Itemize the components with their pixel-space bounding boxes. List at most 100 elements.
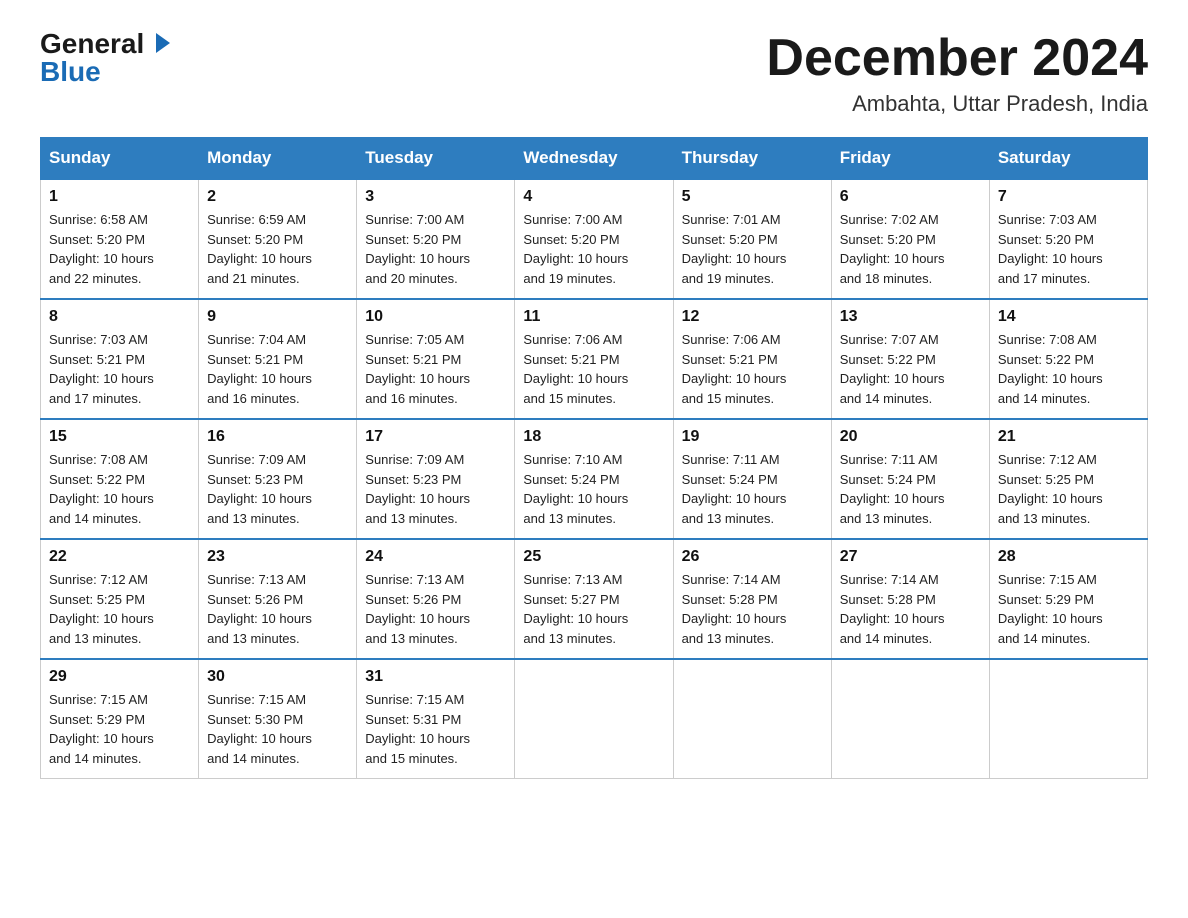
calendar-cell: 13 Sunrise: 7:07 AMSunset: 5:22 PMDaylig… <box>831 299 989 419</box>
day-number: 18 <box>523 428 664 446</box>
day-number: 1 <box>49 188 190 206</box>
calendar-table: SundayMondayTuesdayWednesdayThursdayFrid… <box>40 137 1148 779</box>
day-number: 9 <box>207 308 348 326</box>
location-title: Ambahta, Uttar Pradesh, India <box>766 91 1148 117</box>
calendar-cell: 6 Sunrise: 7:02 AMSunset: 5:20 PMDayligh… <box>831 179 989 299</box>
calendar-cell: 17 Sunrise: 7:09 AMSunset: 5:23 PMDaylig… <box>357 419 515 539</box>
day-number: 12 <box>682 308 823 326</box>
calendar-cell: 5 Sunrise: 7:01 AMSunset: 5:20 PMDayligh… <box>673 179 831 299</box>
day-info: Sunrise: 7:10 AMSunset: 5:24 PMDaylight:… <box>523 452 628 526</box>
day-number: 23 <box>207 548 348 566</box>
day-number: 28 <box>998 548 1139 566</box>
day-info: Sunrise: 7:12 AMSunset: 5:25 PMDaylight:… <box>49 572 154 646</box>
day-info: Sunrise: 7:15 AMSunset: 5:30 PMDaylight:… <box>207 692 312 766</box>
day-number: 30 <box>207 668 348 686</box>
calendar-cell: 4 Sunrise: 7:00 AMSunset: 5:20 PMDayligh… <box>515 179 673 299</box>
calendar-cell: 10 Sunrise: 7:05 AMSunset: 5:21 PMDaylig… <box>357 299 515 419</box>
calendar-cell <box>831 659 989 779</box>
logo-general-text: General <box>40 28 144 59</box>
day-number: 2 <box>207 188 348 206</box>
day-header-thursday: Thursday <box>673 138 831 180</box>
calendar-cell: 2 Sunrise: 6:59 AMSunset: 5:20 PMDayligh… <box>199 179 357 299</box>
day-number: 16 <box>207 428 348 446</box>
day-number: 19 <box>682 428 823 446</box>
day-info: Sunrise: 7:14 AMSunset: 5:28 PMDaylight:… <box>682 572 787 646</box>
calendar-cell <box>989 659 1147 779</box>
day-number: 8 <box>49 308 190 326</box>
day-info: Sunrise: 7:14 AMSunset: 5:28 PMDaylight:… <box>840 572 945 646</box>
calendar-cell: 14 Sunrise: 7:08 AMSunset: 5:22 PMDaylig… <box>989 299 1147 419</box>
calendar-cell: 22 Sunrise: 7:12 AMSunset: 5:25 PMDaylig… <box>41 539 199 659</box>
calendar-week-4: 22 Sunrise: 7:12 AMSunset: 5:25 PMDaylig… <box>41 539 1148 659</box>
day-info: Sunrise: 7:00 AMSunset: 5:20 PMDaylight:… <box>365 212 470 286</box>
calendar-week-1: 1 Sunrise: 6:58 AMSunset: 5:20 PMDayligh… <box>41 179 1148 299</box>
calendar-cell: 19 Sunrise: 7:11 AMSunset: 5:24 PMDaylig… <box>673 419 831 539</box>
day-info: Sunrise: 7:15 AMSunset: 5:29 PMDaylight:… <box>49 692 154 766</box>
day-number: 7 <box>998 188 1139 206</box>
calendar-cell: 29 Sunrise: 7:15 AMSunset: 5:29 PMDaylig… <box>41 659 199 779</box>
day-info: Sunrise: 7:01 AMSunset: 5:20 PMDaylight:… <box>682 212 787 286</box>
calendar-week-3: 15 Sunrise: 7:08 AMSunset: 5:22 PMDaylig… <box>41 419 1148 539</box>
day-info: Sunrise: 7:07 AMSunset: 5:22 PMDaylight:… <box>840 332 945 406</box>
calendar-cell: 24 Sunrise: 7:13 AMSunset: 5:26 PMDaylig… <box>357 539 515 659</box>
logo: General Blue <box>40 30 170 86</box>
day-info: Sunrise: 7:00 AMSunset: 5:20 PMDaylight:… <box>523 212 628 286</box>
calendar-cell <box>515 659 673 779</box>
day-info: Sunrise: 7:03 AMSunset: 5:20 PMDaylight:… <box>998 212 1103 286</box>
calendar-cell: 25 Sunrise: 7:13 AMSunset: 5:27 PMDaylig… <box>515 539 673 659</box>
calendar-cell: 11 Sunrise: 7:06 AMSunset: 5:21 PMDaylig… <box>515 299 673 419</box>
day-number: 14 <box>998 308 1139 326</box>
day-info: Sunrise: 7:12 AMSunset: 5:25 PMDaylight:… <box>998 452 1103 526</box>
days-header-row: SundayMondayTuesdayWednesdayThursdayFrid… <box>41 138 1148 180</box>
day-number: 31 <box>365 668 506 686</box>
day-info: Sunrise: 7:13 AMSunset: 5:26 PMDaylight:… <box>365 572 470 646</box>
day-info: Sunrise: 7:09 AMSunset: 5:23 PMDaylight:… <box>365 452 470 526</box>
day-number: 25 <box>523 548 664 566</box>
calendar-cell: 15 Sunrise: 7:08 AMSunset: 5:22 PMDaylig… <box>41 419 199 539</box>
day-info: Sunrise: 7:15 AMSunset: 5:31 PMDaylight:… <box>365 692 470 766</box>
day-header-monday: Monday <box>199 138 357 180</box>
calendar-cell: 8 Sunrise: 7:03 AMSunset: 5:21 PMDayligh… <box>41 299 199 419</box>
day-number: 21 <box>998 428 1139 446</box>
calendar-week-5: 29 Sunrise: 7:15 AMSunset: 5:29 PMDaylig… <box>41 659 1148 779</box>
day-header-wednesday: Wednesday <box>515 138 673 180</box>
day-info: Sunrise: 7:03 AMSunset: 5:21 PMDaylight:… <box>49 332 154 406</box>
day-info: Sunrise: 7:02 AMSunset: 5:20 PMDaylight:… <box>840 212 945 286</box>
calendar-cell: 23 Sunrise: 7:13 AMSunset: 5:26 PMDaylig… <box>199 539 357 659</box>
day-header-saturday: Saturday <box>989 138 1147 180</box>
day-number: 11 <box>523 308 664 326</box>
day-number: 10 <box>365 308 506 326</box>
day-info: Sunrise: 7:09 AMSunset: 5:23 PMDaylight:… <box>207 452 312 526</box>
day-number: 13 <box>840 308 981 326</box>
calendar-cell: 26 Sunrise: 7:14 AMSunset: 5:28 PMDaylig… <box>673 539 831 659</box>
day-number: 5 <box>682 188 823 206</box>
logo-blue-text: Blue <box>40 58 101 86</box>
logo-arrow-icon <box>156 33 170 53</box>
day-info: Sunrise: 6:59 AMSunset: 5:20 PMDaylight:… <box>207 212 312 286</box>
day-number: 22 <box>49 548 190 566</box>
calendar-cell: 30 Sunrise: 7:15 AMSunset: 5:30 PMDaylig… <box>199 659 357 779</box>
calendar-cell: 16 Sunrise: 7:09 AMSunset: 5:23 PMDaylig… <box>199 419 357 539</box>
calendar-cell: 31 Sunrise: 7:15 AMSunset: 5:31 PMDaylig… <box>357 659 515 779</box>
day-header-sunday: Sunday <box>41 138 199 180</box>
day-info: Sunrise: 7:08 AMSunset: 5:22 PMDaylight:… <box>998 332 1103 406</box>
calendar-cell: 21 Sunrise: 7:12 AMSunset: 5:25 PMDaylig… <box>989 419 1147 539</box>
calendar-cell: 12 Sunrise: 7:06 AMSunset: 5:21 PMDaylig… <box>673 299 831 419</box>
day-number: 29 <box>49 668 190 686</box>
day-header-friday: Friday <box>831 138 989 180</box>
calendar-cell: 9 Sunrise: 7:04 AMSunset: 5:21 PMDayligh… <box>199 299 357 419</box>
day-number: 17 <box>365 428 506 446</box>
calendar-cell: 1 Sunrise: 6:58 AMSunset: 5:20 PMDayligh… <box>41 179 199 299</box>
day-number: 24 <box>365 548 506 566</box>
day-number: 26 <box>682 548 823 566</box>
calendar-cell: 7 Sunrise: 7:03 AMSunset: 5:20 PMDayligh… <box>989 179 1147 299</box>
calendar-week-2: 8 Sunrise: 7:03 AMSunset: 5:21 PMDayligh… <box>41 299 1148 419</box>
day-info: Sunrise: 7:06 AMSunset: 5:21 PMDaylight:… <box>523 332 628 406</box>
day-info: Sunrise: 7:08 AMSunset: 5:22 PMDaylight:… <box>49 452 154 526</box>
title-block: December 2024 Ambahta, Uttar Pradesh, In… <box>766 30 1148 117</box>
calendar-cell: 28 Sunrise: 7:15 AMSunset: 5:29 PMDaylig… <box>989 539 1147 659</box>
day-info: Sunrise: 7:15 AMSunset: 5:29 PMDaylight:… <box>998 572 1103 646</box>
day-info: Sunrise: 7:11 AMSunset: 5:24 PMDaylight:… <box>840 452 945 526</box>
day-number: 3 <box>365 188 506 206</box>
day-number: 6 <box>840 188 981 206</box>
